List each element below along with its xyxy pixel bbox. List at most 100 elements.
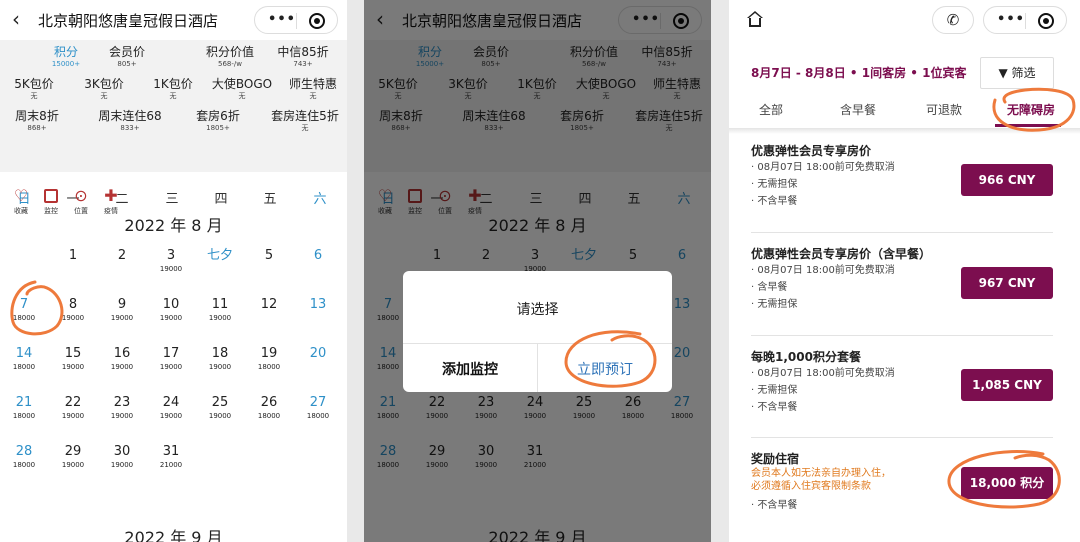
discount-name: 积分价值 — [205, 45, 255, 59]
miniapp-capsule[interactable]: ••• — [254, 6, 338, 34]
rate-tabs: 全部 含早餐 可退款 无障碍房 — [729, 96, 1080, 126]
calendar-day[interactable]: 28 18000 — [4, 444, 44, 470]
tab-shadow — [729, 128, 1080, 134]
day-price: 19000 — [208, 363, 232, 371]
discount-option[interactable]: 套房6折1805+ — [196, 108, 240, 133]
calendar-day[interactable]: 16 19000 — [102, 346, 142, 372]
day-price: 19000 — [61, 314, 85, 322]
calendar-day[interactable]: 24 19000 — [151, 395, 191, 421]
calendar-day[interactable]: 20 — [298, 346, 338, 362]
tab-refundable[interactable]: 可退款 — [926, 101, 962, 118]
price-button[interactable]: 1,085 CNY — [961, 369, 1053, 401]
discount-name: 会员价 — [108, 45, 146, 59]
day-price: 19000 — [208, 314, 232, 322]
weekday-label: 三 — [165, 192, 179, 207]
calendar-day[interactable]: 26 18000 — [249, 395, 289, 421]
discount-value: 568-/w — [218, 60, 242, 68]
day-number: 19 — [260, 346, 278, 361]
calendar-day[interactable]: 13 — [298, 297, 338, 313]
day-number: 20 — [309, 346, 327, 361]
day-number: 11 — [211, 297, 229, 312]
calendar-day[interactable]: 17 19000 — [151, 346, 191, 372]
day-price: 18000 — [306, 412, 330, 420]
tab-all[interactable]: 全部 — [759, 101, 783, 118]
calendar-day[interactable]: 2 — [102, 248, 142, 264]
day-number: 21 — [15, 395, 33, 410]
discount-option[interactable]: 会员价805+ — [109, 44, 145, 69]
phone-icon[interactable]: ✆ — [932, 6, 974, 34]
stay-summary[interactable]: 8月7日 - 8月8日 • 1间客房 • 1位宾客 — [751, 64, 967, 81]
day-price: 19000 — [110, 363, 134, 371]
calendar-day[interactable]: 11 19000 — [200, 297, 240, 323]
miniapp-capsule[interactable]: ••• — [983, 6, 1067, 34]
day-price: 19000 — [159, 314, 183, 322]
price-button[interactable]: 967 CNY — [961, 267, 1053, 299]
day-number: 31 — [162, 444, 180, 459]
monitor-icon — [38, 186, 64, 206]
discount-option[interactable]: 周末8折868+ — [15, 108, 59, 133]
calendar-day[interactable]: 7 18000 — [4, 297, 44, 323]
discount-option[interactable]: 1K包价无 — [153, 76, 193, 101]
back-arrow-icon[interactable]: ‹ — [12, 8, 20, 30]
day-price: 18000 — [12, 314, 36, 322]
discount-value: 868+ — [27, 124, 47, 132]
close-miniapp-icon[interactable] — [309, 13, 325, 29]
home-icon[interactable] — [747, 11, 763, 27]
discount-option[interactable]: 大使BOGO无 — [212, 76, 272, 101]
discount-name: 3K包价 — [84, 77, 124, 91]
calendar-day[interactable]: 18 19000 — [200, 346, 240, 372]
calendar-day[interactable]: 5 — [249, 248, 289, 264]
calendar-day[interactable]: 1 — [53, 248, 93, 264]
discount-grid: 积分15000+ 会员价805+ 积分价值568-/w 中信85折743+ 5K包价无 3… — [0, 40, 347, 207]
calendar-day[interactable]: 22 19000 — [53, 395, 93, 421]
discount-value: 无 — [30, 92, 38, 100]
calendar-day[interactable]: 3 19000 — [151, 248, 191, 274]
more-icon[interactable]: ••• — [994, 11, 1028, 29]
day-number: 8 — [68, 297, 78, 312]
day-number: 3 — [166, 248, 176, 263]
calendar-day[interactable]: 9 19000 — [102, 297, 142, 323]
calendar-day[interactable]: 12 — [249, 297, 289, 313]
day-number: 25 — [211, 395, 229, 410]
calendar-day[interactable]: 25 19000 — [200, 395, 240, 421]
calendar-day[interactable]: 6 — [298, 248, 338, 264]
discount-option[interactable]: 周末连住68833+ — [98, 108, 161, 133]
calendar-day[interactable]: 30 19000 — [102, 444, 142, 470]
calendar-day[interactable]: 31 21000 — [151, 444, 191, 470]
calendar-day[interactable]: 七夕 — [200, 248, 240, 264]
discount-value: 无 — [100, 92, 108, 100]
tab-breakfast[interactable]: 含早餐 — [840, 101, 876, 118]
calendar-day[interactable]: 15 19000 — [53, 346, 93, 372]
calendar-day[interactable]: 27 18000 — [298, 395, 338, 421]
discount-option[interactable]: 3K包价无 — [84, 76, 124, 101]
rate-card: 优惠弹性会员专享房价 · 08月07日 18:00前可免费取消 · 无需担保 ·… — [751, 143, 1053, 210]
calendar-day[interactable]: 10 19000 — [151, 297, 191, 323]
calendar-day[interactable]: 19 18000 — [249, 346, 289, 372]
more-icon[interactable]: ••• — [265, 11, 299, 29]
discount-option[interactable]: 积分15000+ — [52, 44, 80, 69]
add-monitor-button[interactable]: 添加监控 — [403, 359, 537, 379]
discount-option[interactable]: 套房连住5折无 — [271, 108, 339, 133]
discount-option[interactable]: 中信85折743+ — [277, 44, 328, 69]
discount-option[interactable]: 积分价值568-/w — [206, 44, 254, 69]
calendar-day[interactable]: 8 19000 — [53, 297, 93, 323]
calendar-day[interactable]: 21 18000 — [4, 395, 44, 421]
calendar-day[interactable]: 14 18000 — [4, 346, 44, 372]
day-number: 28 — [15, 444, 33, 459]
day-price: 18000 — [12, 461, 36, 469]
discount-value: 1805+ — [206, 124, 230, 132]
discount-option[interactable]: 5K包价无 — [14, 76, 54, 101]
calendar-day[interactable]: 23 19000 — [102, 395, 142, 421]
day-price: 19000 — [159, 412, 183, 420]
nav-header: ‹ 北京朝阳悠唐皇冠假日酒店 ••• — [0, 0, 347, 40]
price-button[interactable]: 966 CNY — [961, 164, 1053, 196]
hotel-title: 北京朝阳悠唐皇冠假日酒店 — [38, 12, 219, 30]
tab-accessible[interactable]: 无障碍房 — [1007, 101, 1055, 118]
close-miniapp-icon[interactable] — [1038, 13, 1054, 29]
discount-option[interactable]: 师生特惠无 — [289, 76, 337, 101]
book-now-button[interactable]: 立即预订 — [538, 359, 672, 379]
filter-button[interactable]: ▼ 筛选 — [980, 57, 1054, 89]
price-button[interactable]: 18,000 积分 — [961, 467, 1053, 499]
calendar-day[interactable]: 29 19000 — [53, 444, 93, 470]
discount-name: 积分 — [53, 45, 79, 59]
